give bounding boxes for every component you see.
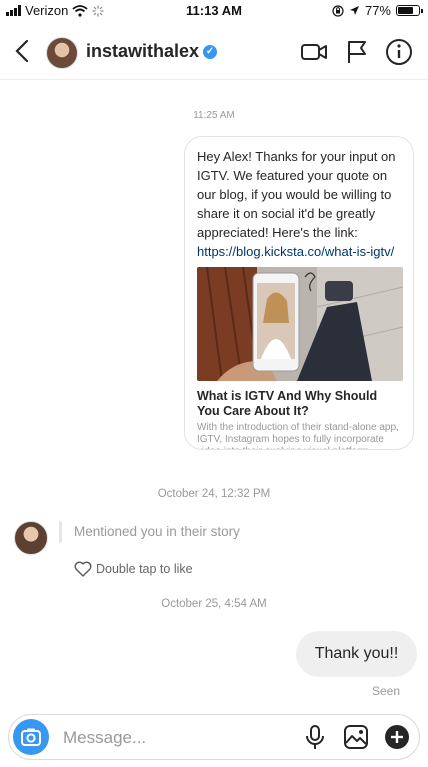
camera-button[interactable] [13, 719, 49, 755]
flag-icon[interactable] [343, 38, 371, 66]
battery-icon [396, 5, 423, 16]
story-mention-text[interactable]: Mentioned you in their story [74, 524, 240, 539]
battery-fill [398, 7, 414, 14]
orientation-lock-icon [332, 4, 344, 17]
sent-message-bubble[interactable]: Thank you!! [296, 631, 417, 677]
gallery-icon[interactable] [342, 723, 370, 751]
link-preview-image[interactable] [197, 267, 403, 381]
shared-post-message[interactable]: Hey Alex! Thanks for your input on IGTV.… [184, 136, 414, 450]
sent-message-text: Thank you!! [314, 645, 399, 662]
message-composer [8, 714, 420, 760]
battery-percent: 77% [364, 3, 391, 18]
location-icon [349, 6, 359, 15]
header-username[interactable]: instawithalex ✓ [86, 41, 218, 62]
heart-icon [74, 561, 92, 577]
microphone-icon[interactable] [301, 723, 329, 751]
story-mention-bar [59, 521, 62, 543]
message-text: Hey Alex! Thanks for your input on IGTV.… [197, 147, 401, 261]
sender-avatar[interactable] [14, 521, 48, 555]
video-call-icon[interactable] [300, 38, 328, 66]
verified-badge-icon: ✓ [203, 45, 218, 60]
status-bar: Verizon 11:13 AM 77% [0, 0, 428, 22]
timestamp: October 24, 12:32 PM [157, 488, 271, 500]
double-tap-label: Double tap to like [96, 562, 193, 576]
timestamp: 11:25 AM [193, 110, 235, 121]
preview-photo [197, 267, 403, 381]
camera-icon [21, 728, 41, 746]
seen-status: Seen [371, 684, 400, 698]
timestamp: October 25, 4:54 AM [161, 598, 267, 610]
link-preview-description: With the introduction of their stand-alo… [197, 422, 399, 449]
status-right: 77% [332, 3, 423, 18]
back-icon[interactable] [12, 38, 34, 64]
link-preview-title: What is IGTV And Why Should You Care Abo… [197, 389, 378, 418]
message-input[interactable] [61, 724, 275, 752]
message-body: Hey Alex! Thanks for your input on IGTV.… [197, 149, 396, 240]
add-icon[interactable] [383, 723, 411, 751]
double-tap-like[interactable]: Double tap to like [74, 561, 193, 577]
chat-header: instawithalex ✓ [0, 24, 428, 80]
header-avatar[interactable] [46, 37, 78, 69]
info-icon[interactable] [385, 38, 413, 66]
username-text: instawithalex [86, 41, 200, 61]
message-link[interactable]: https://­blog.kicksta.co/what-is-igtv/ [197, 244, 394, 259]
